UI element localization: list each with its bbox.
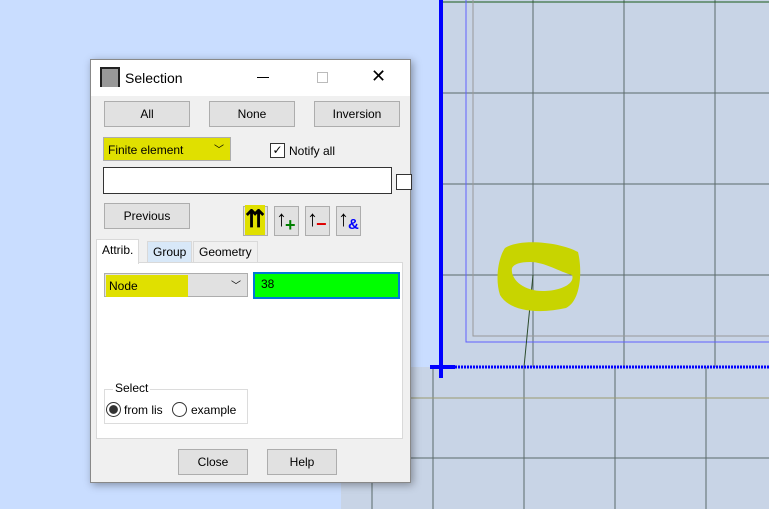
close-button[interactable]: Close xyxy=(178,449,248,475)
attribute-select[interactable]: Node ﹀ xyxy=(104,273,248,297)
inversion-button[interactable]: Inversion xyxy=(314,101,400,127)
dialog-title: Selection xyxy=(125,70,183,86)
select-replace-icon[interactable]: ⇈ xyxy=(243,205,268,236)
maximize-button[interactable] xyxy=(317,72,328,83)
all-button[interactable]: All xyxy=(104,101,190,127)
from-list-radio[interactable] xyxy=(106,402,121,417)
tab-group[interactable]: Group xyxy=(147,241,193,263)
entity-type-select[interactable]: Finite element ﹀ xyxy=(103,137,231,161)
help-button[interactable]: Help xyxy=(267,449,337,475)
notify-all-checkbox[interactable]: ✓ xyxy=(270,143,285,158)
from-list-label: from lis xyxy=(124,403,163,417)
example-radio[interactable] xyxy=(172,402,187,417)
select-group-title: Select xyxy=(113,381,151,395)
app-icon xyxy=(100,67,120,87)
tab-attrib[interactable]: Attrib. xyxy=(96,239,140,264)
tab-panel: Node ﹀ 38 Select from lis example xyxy=(96,262,403,439)
selection-input[interactable] xyxy=(103,167,392,194)
notify-all-label: Notify all xyxy=(289,144,336,158)
selection-dialog: Selection ✕ All None Inversion Finite el… xyxy=(90,59,412,483)
none-button[interactable]: None xyxy=(209,101,295,127)
chevron-down-icon: ﹀ xyxy=(231,281,241,292)
previous-button[interactable]: Previous xyxy=(104,203,190,229)
value-input[interactable]: 38 xyxy=(253,272,400,299)
minimize-button[interactable] xyxy=(257,77,269,78)
select-group: Select from lis example xyxy=(104,381,248,424)
select-remove-icon[interactable]: ↑ − xyxy=(305,206,330,236)
attribute-value: Node xyxy=(106,275,188,297)
entity-type-value: Finite element xyxy=(108,143,184,157)
extra-checkbox[interactable] xyxy=(396,174,412,190)
chevron-down-icon: ﹀ xyxy=(214,145,224,156)
select-intersect-icon[interactable]: ↑ & xyxy=(336,206,361,236)
title-bar: Selection ✕ xyxy=(91,60,410,96)
example-label: example xyxy=(191,403,237,417)
select-add-icon[interactable]: ↑ + xyxy=(274,206,299,236)
tab-geometry[interactable]: Geometry xyxy=(193,241,258,263)
close-window-button[interactable]: ✕ xyxy=(371,66,386,87)
